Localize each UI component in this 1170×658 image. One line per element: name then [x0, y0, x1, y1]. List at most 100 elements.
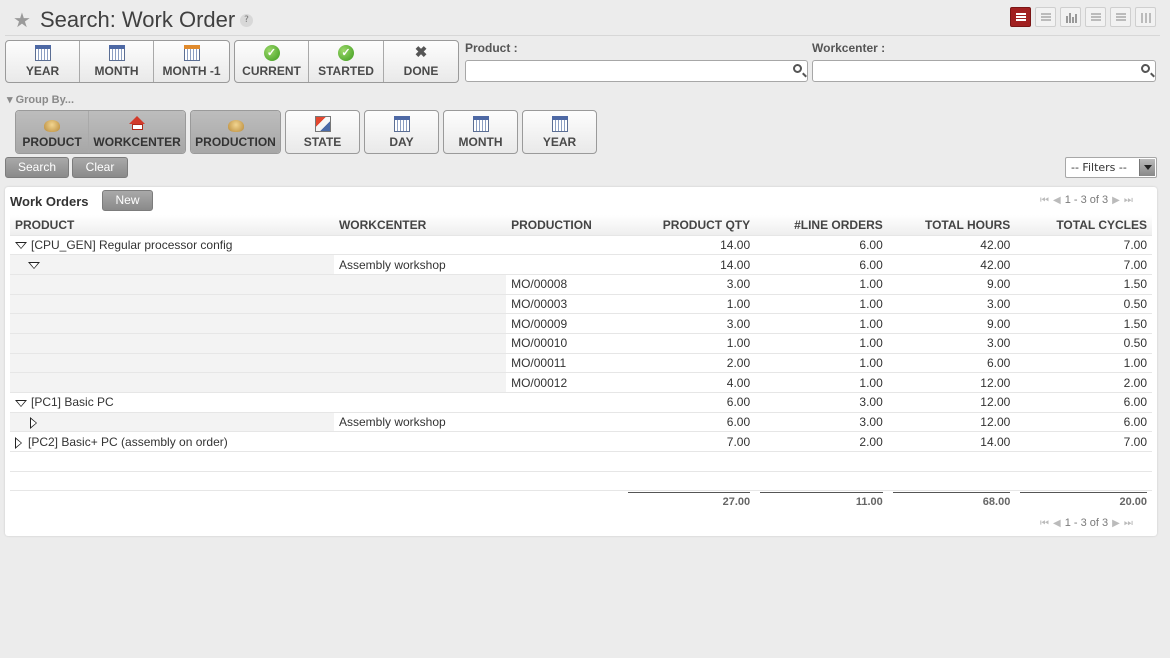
product-box-icon: [44, 120, 61, 132]
column-header-line-orders[interactable]: #LINE ORDERS: [755, 215, 888, 235]
search-button[interactable]: Search: [5, 157, 69, 178]
table-header: PRODUCT WORKCENTER PRODUCTION PRODUCT QT…: [10, 215, 1152, 235]
product-input[interactable]: [466, 61, 785, 81]
column-header-total-cycles[interactable]: TOTAL CYCLES: [1015, 215, 1152, 235]
group-by-toggle[interactable]: ▾ Group By...: [7, 93, 74, 106]
close-icon: ✖: [414, 44, 428, 61]
workcenter-input[interactable]: [813, 61, 1133, 81]
group-row-product[interactable]: [PC2] Basic+ PC (assembly on order) 7.00…: [10, 431, 1152, 452]
house-icon: [129, 116, 146, 132]
help-icon[interactable]: ?: [240, 14, 253, 27]
group-by-month-button[interactable]: MONTH: [444, 111, 517, 153]
collapse-triangle-icon[interactable]: [15, 399, 27, 407]
filter-year-button[interactable]: YEAR: [6, 41, 80, 82]
search-icon[interactable]: [793, 64, 802, 73]
expand-triangle-icon[interactable]: [15, 436, 22, 449]
filter-started-button[interactable]: ✓ STARTED: [309, 41, 384, 82]
new-button[interactable]: New: [102, 190, 153, 211]
group-by-workcenter-button[interactable]: WORKCENTER: [89, 111, 185, 153]
table-row[interactable]: MO/00009 3.00 1.00 9.00 1.50: [10, 313, 1152, 334]
first-page-icon[interactable]: ⏮: [1040, 518, 1049, 529]
calendar-icon: [108, 45, 125, 61]
pager-bottom: ⏮ ◀ 1 - 3 of 3 ▶ ⏭: [1040, 517, 1133, 529]
first-page-icon[interactable]: ⏮: [1040, 195, 1049, 206]
group-by-year-button[interactable]: YEAR: [523, 111, 596, 153]
calendar-icon: [551, 116, 568, 132]
prev-page-icon[interactable]: ◀: [1053, 195, 1061, 206]
table-row[interactable]: MO/00011 2.00 1.00 6.00 1.00: [10, 352, 1152, 373]
filters-select[interactable]: -- Filters --: [1065, 157, 1157, 178]
product-search-field[interactable]: [465, 60, 808, 82]
filter-done-button[interactable]: ✖ DONE: [384, 41, 458, 82]
table-row[interactable]: MO/00003 1.00 1.00 3.00 0.50: [10, 293, 1152, 314]
filter-current-button[interactable]: ✓ CURRENT: [235, 41, 309, 82]
column-header-product-qty[interactable]: PRODUCT QTY: [622, 215, 756, 235]
calendar-icon: [472, 116, 489, 132]
workcenter-search-field[interactable]: [812, 60, 1156, 82]
group-by-production-button[interactable]: PRODUCTION: [191, 111, 280, 153]
total-product-qty: 27.00: [627, 491, 751, 508]
work-orders-table: PRODUCT WORKCENTER PRODUCTION PRODUCT QT…: [10, 215, 1152, 511]
group-by-group-2: PRODUCTION: [190, 110, 281, 154]
prev-page-icon[interactable]: ◀: [1053, 518, 1061, 529]
pager-top: ⏮ ◀ 1 - 3 of 3 ▶ ⏭: [1040, 194, 1133, 206]
totals-row: 27.00 11.00 68.00 20.00: [10, 490, 1152, 511]
last-page-icon[interactable]: ⏭: [1124, 195, 1133, 206]
form-view-icon[interactable]: [1035, 7, 1056, 27]
list-title: Work Orders: [10, 194, 89, 209]
product-field-label: Product :: [465, 41, 518, 55]
last-page-icon[interactable]: ⏭: [1124, 518, 1133, 529]
total-line-orders: 11.00: [760, 491, 883, 508]
clear-button[interactable]: Clear: [72, 157, 128, 178]
pager-label: 1 - 3 of 3: [1064, 194, 1109, 206]
total-cycles: 20.00: [1020, 491, 1147, 508]
table-row[interactable]: MO/00012 4.00 1.00 12.00 2.00: [10, 372, 1152, 393]
empty-row: [10, 470, 1152, 491]
group-by-group-5: MONTH: [443, 110, 518, 154]
calendar-icon: [393, 116, 410, 132]
check-circle-icon: ✓: [338, 45, 354, 61]
group-by-group-4: DAY: [364, 110, 439, 154]
production-box-icon: [227, 120, 244, 132]
kanban-view-icon[interactable]: [1135, 7, 1156, 27]
group-by-group-3: STATE: [285, 110, 360, 154]
state-filter-group: ✓ CURRENT ✓ STARTED ✖ DONE: [234, 40, 459, 83]
group-row-workcenter[interactable]: Assembly workshop 6.00 3.00 12.00 6.00: [10, 411, 1152, 432]
gantt-view-icon[interactable]: [1110, 7, 1131, 27]
pager-label: 1 - 3 of 3: [1064, 517, 1109, 529]
next-page-icon[interactable]: ▶: [1112, 518, 1120, 529]
calendar-view-icon[interactable]: [1085, 7, 1106, 27]
total-hours: 68.00: [892, 491, 1011, 508]
table-row[interactable]: MO/00008 3.00 1.00 9.00 1.50: [10, 273, 1152, 295]
collapse-triangle-icon[interactable]: [28, 261, 40, 269]
filter-month-button[interactable]: MONTH: [80, 41, 154, 82]
table-row[interactable]: MO/00010 1.00 1.00 3.00 0.50: [10, 332, 1152, 354]
search-icon[interactable]: [1141, 64, 1150, 73]
group-row-workcenter[interactable]: Assembly workshop 14.00 6.00 42.00 7.00: [10, 254, 1152, 275]
chevron-down-icon[interactable]: [1139, 159, 1155, 176]
favorite-star-icon[interactable]: ★: [13, 9, 31, 31]
column-header-production[interactable]: PRODUCTION: [506, 215, 623, 235]
graph-view-icon[interactable]: [1060, 7, 1081, 27]
group-by-state-button[interactable]: STATE: [286, 111, 359, 153]
column-header-product[interactable]: PRODUCT: [10, 215, 334, 235]
column-header-workcenter[interactable]: WORKCENTER: [333, 215, 507, 235]
calendar-icon: [183, 45, 200, 61]
group-row-product[interactable]: [PC1] Basic PC 6.00 3.00 12.00 6.00: [10, 392, 1152, 413]
check-circle-icon: ✓: [263, 45, 280, 61]
list-view-icon[interactable]: [1010, 7, 1031, 27]
collapse-triangle-icon[interactable]: [15, 242, 27, 250]
group-row-product[interactable]: [CPU_GEN] Regular processor config 14.00…: [10, 234, 1152, 255]
page-title: Search: Work Order: [40, 7, 236, 32]
workcenter-field-label: Workcenter :: [812, 41, 886, 55]
group-by-day-button[interactable]: DAY: [365, 111, 438, 153]
next-page-icon[interactable]: ▶: [1112, 195, 1120, 206]
group-by-product-button[interactable]: PRODUCT: [16, 111, 90, 153]
column-header-total-hours[interactable]: TOTAL HOURS: [887, 215, 1016, 235]
group-by-group-1: PRODUCT WORKCENTER: [15, 110, 186, 154]
group-by-group-6: YEAR: [522, 110, 597, 154]
calendar-icon: [34, 45, 51, 61]
empty-row: [10, 451, 1152, 472]
filter-previous-month-button[interactable]: MONTH -1: [154, 41, 229, 82]
expand-triangle-icon[interactable]: [30, 416, 37, 429]
